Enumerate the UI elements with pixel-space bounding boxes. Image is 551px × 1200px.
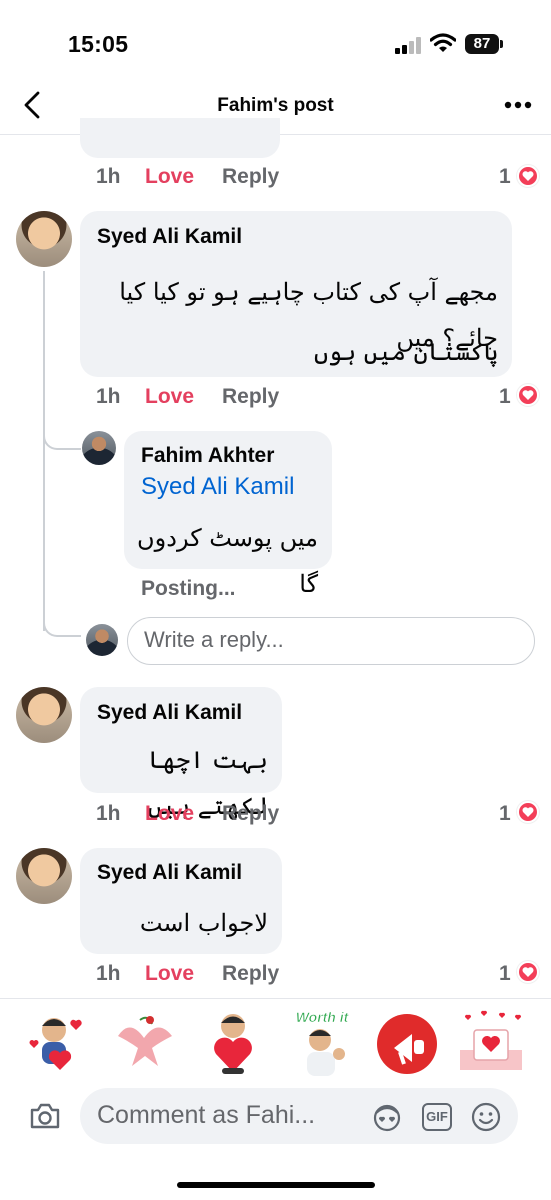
battery-icon: 87 [465, 34, 499, 54]
commenter-name[interactable]: Syed Ali Kamil [97, 225, 242, 249]
thread-line [43, 271, 45, 631]
reply-button[interactable]: Reply [222, 802, 279, 826]
heart-reaction-icon[interactable] [517, 165, 539, 187]
love-button[interactable]: Love [145, 165, 194, 189]
heart-hug-sticker[interactable] [198, 1008, 268, 1078]
heart-reaction-icon[interactable] [517, 384, 539, 406]
commenter-name[interactable]: Syed Ali Kamil [97, 701, 242, 725]
status-time: 15:05 [68, 31, 129, 57]
avatar-sticker-icon[interactable] [370, 1101, 404, 1133]
heart-reaction-icon[interactable] [517, 961, 539, 983]
sticker-tray-divider [0, 998, 551, 999]
emoji-icon[interactable] [470, 1101, 502, 1133]
love-button[interactable]: Love [145, 385, 194, 409]
reply-input-placeholder[interactable]: Write a reply... [144, 627, 284, 653]
comment-bubble: Syed Ali Kamil لاجواب است [80, 848, 282, 954]
previous-comment-bubble [80, 118, 280, 158]
reaction-count: 1 [499, 802, 511, 825]
wifi-icon [430, 33, 456, 52]
comment-text: پاکستان میں ہوں [313, 338, 498, 366]
replier-name[interactable]: Fahim Akhter [141, 444, 274, 468]
reply-bubble: Fahim Akhter Syed Ali Kamil میں پوسٹ کرد… [124, 431, 332, 598]
gif-icon[interactable]: GIF [422, 1103, 452, 1131]
comment-bubble: Syed Ali Kamil مجھے آپ کی کتاب چاہیے ہو … [80, 211, 512, 377]
post-title: Fahim's post [217, 95, 334, 116]
comment-time: 1h [96, 165, 121, 188]
megaphone-sticker[interactable] [374, 1008, 444, 1078]
avatar-syed-ali-kamil[interactable] [16, 848, 72, 904]
comment-text: لاجواب است [139, 909, 268, 937]
reply-button[interactable]: Reply [222, 165, 279, 189]
posting-status: Posting... [141, 577, 236, 600]
comment-time: 1h [96, 962, 121, 985]
dove-sticker[interactable] [110, 1008, 180, 1078]
signal-icon [395, 36, 423, 54]
gif-label: GIF [426, 1109, 448, 1124]
sticker-caption: Worth it [296, 1009, 350, 1025]
love-button[interactable]: Love [145, 802, 194, 826]
commenter-name[interactable]: Syed Ali Kamil [97, 861, 242, 885]
battery-tip [500, 40, 503, 48]
avatar-syed-ali-kamil[interactable] [16, 687, 72, 743]
comment-input-placeholder[interactable]: Comment as Fahi... [97, 1101, 315, 1130]
worth-it-sticker[interactable]: Worth it [287, 1008, 357, 1078]
more-options-icon[interactable] [503, 100, 533, 110]
comment-time: 1h [96, 802, 121, 825]
mention-tag[interactable]: Syed Ali Kamil [141, 473, 294, 501]
reaction-count: 1 [499, 962, 511, 985]
love-button[interactable]: Love [145, 962, 194, 986]
comment-bubble: Syed Ali Kamil بہت اچھا لکھتے ہیں [80, 687, 282, 820]
love-letter-sticker[interactable] [456, 1008, 526, 1078]
heart-reaction-icon[interactable] [517, 801, 539, 823]
thread-branch [43, 605, 81, 637]
reaction-count: 1 [499, 385, 511, 408]
reply-button[interactable]: Reply [222, 385, 279, 409]
hug-hearts-sticker[interactable] [20, 1008, 90, 1078]
avatar-syed-ali-kamil[interactable] [16, 211, 72, 267]
thread-branch [43, 420, 81, 450]
avatar-current-user [86, 624, 118, 656]
home-indicator [177, 1182, 375, 1188]
comment-time: 1h [96, 385, 121, 408]
reaction-count: 1 [499, 165, 511, 188]
avatar-fahim-akhter[interactable] [82, 431, 116, 465]
reply-button[interactable]: Reply [222, 962, 279, 986]
camera-icon[interactable] [28, 1100, 62, 1132]
